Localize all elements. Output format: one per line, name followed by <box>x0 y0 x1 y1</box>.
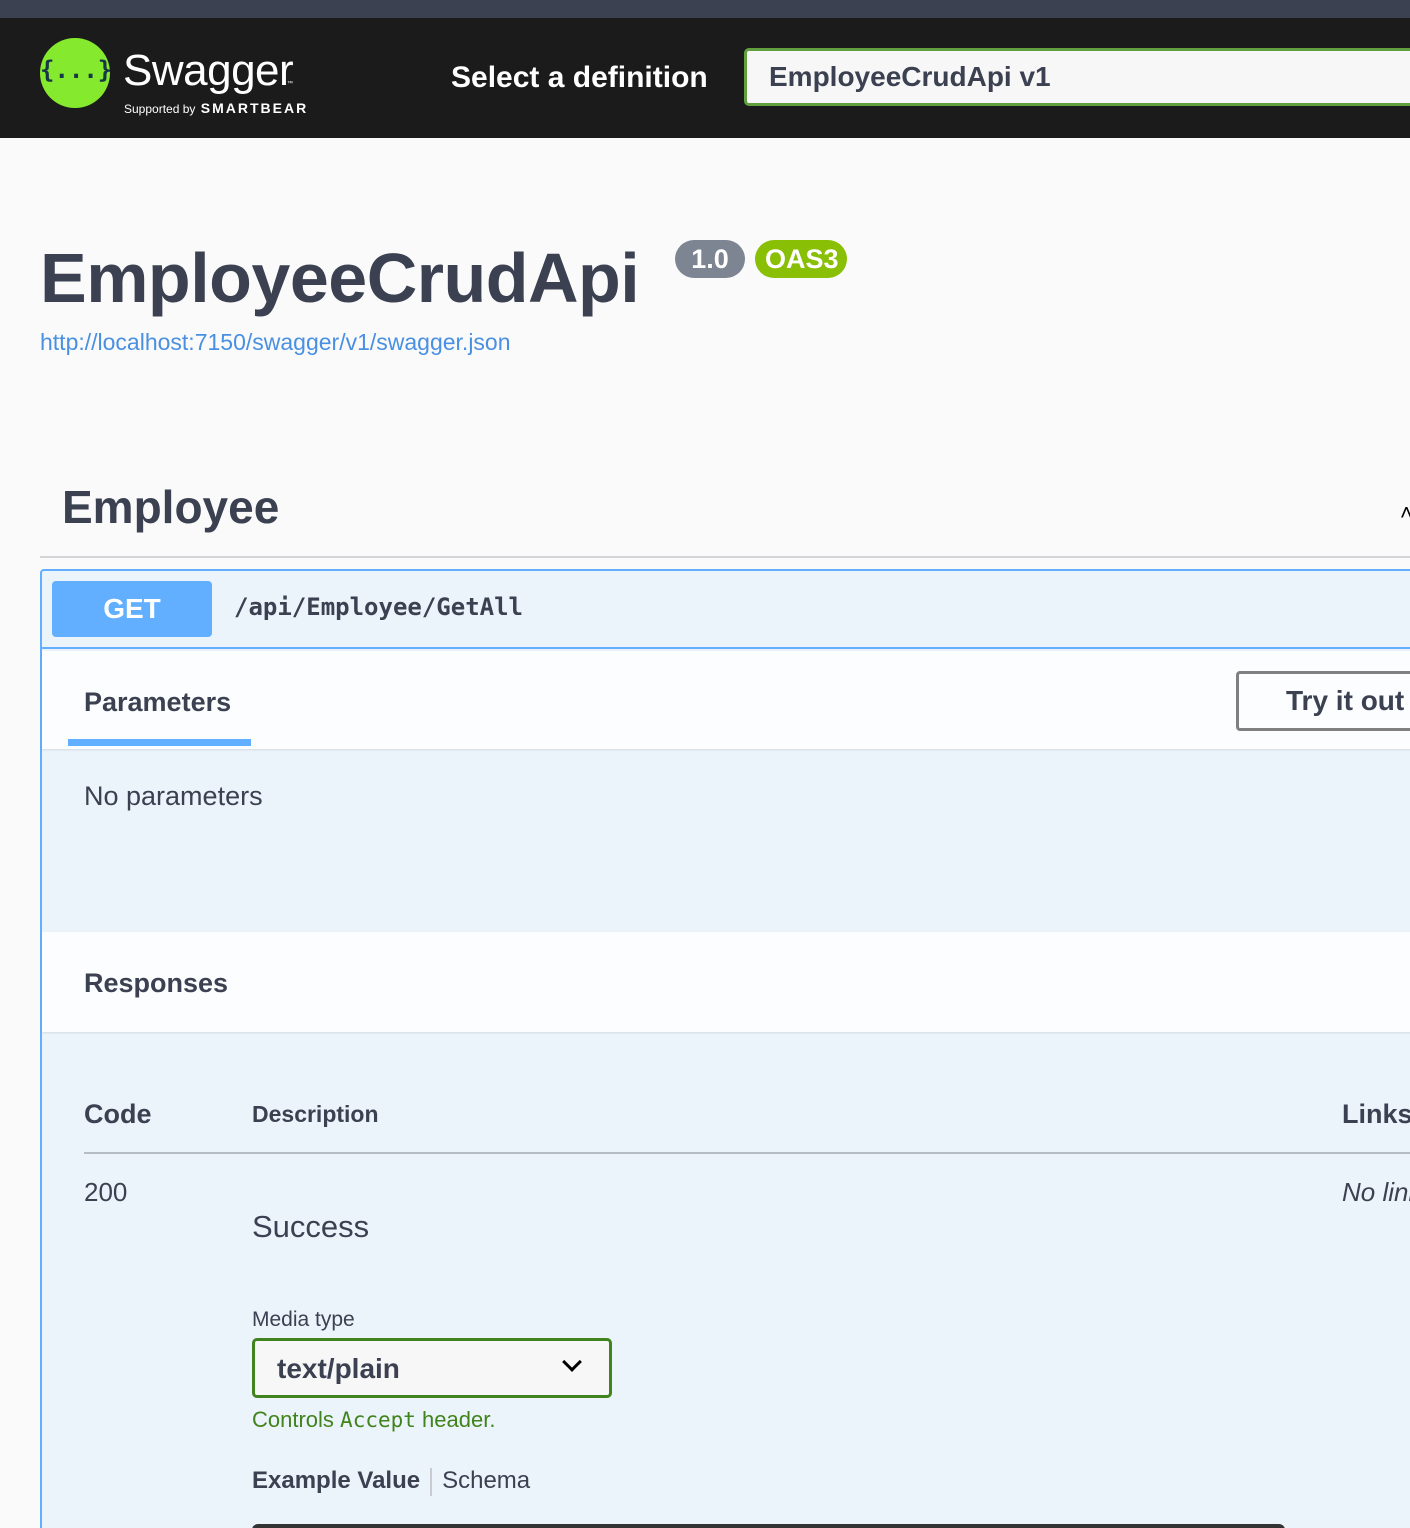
chevron-down-icon <box>562 1352 582 1372</box>
api-title: EmployeeCrudApi <box>40 239 640 317</box>
parameters-tab-underline <box>68 739 251 746</box>
response-code: 200 <box>84 1177 128 1207</box>
topbar: {...} Swagger ™ Supported by SMARTBEAR S… <box>0 18 1410 138</box>
swagger-logo-icon: {...} <box>40 38 113 108</box>
supported-by-text: Supported by <box>124 102 196 116</box>
logo-supported-by: Supported by SMARTBEAR <box>124 100 308 116</box>
column-header-description: Description <box>252 1101 379 1127</box>
logo-trademark: ™ <box>287 81 293 87</box>
version-badge: 1.0 <box>675 240 745 278</box>
example-code-box <box>252 1524 1285 1528</box>
controls-accept-note: Controls Accept header. <box>252 1407 495 1433</box>
tag-title[interactable]: Employee <box>62 480 279 534</box>
smartbear-text: SMARTBEAR <box>200 100 309 116</box>
responses-header: Responses <box>42 932 1410 1032</box>
column-header-code: Code <box>84 1099 152 1129</box>
media-type-select[interactable]: text/plain <box>252 1338 612 1398</box>
top-strip <box>0 0 1410 18</box>
operation-summary[interactable]: GET /api/Employee/GetAll <box>42 571 1410 649</box>
controls-code: Accept <box>340 1408 416 1432</box>
table-divider <box>84 1152 1410 1154</box>
no-parameters-text: No parameters <box>84 781 263 811</box>
controls-suffix: header. <box>422 1407 496 1432</box>
media-type-value: text/plain <box>277 1353 400 1384</box>
parameters-tab[interactable]: Parameters <box>84 687 231 718</box>
logo-wordmark: Swagger <box>123 46 294 95</box>
chevron-up-icon[interactable]: ˄ <box>1400 500 1410 526</box>
spec-url-link[interactable]: http://localhost:7150/swagger/v1/swagger… <box>40 329 511 356</box>
braces-icon: {...} <box>40 56 113 84</box>
tag-divider <box>40 556 1410 558</box>
try-it-out-button[interactable]: Try it out <box>1236 671 1410 731</box>
tab-schema[interactable]: Schema <box>442 1467 530 1494</box>
example-tabs: Example Value Schema <box>252 1467 530 1496</box>
tab-example-value[interactable]: Example Value <box>252 1467 420 1494</box>
parameters-header: Parameters Try it out <box>42 651 1410 749</box>
oas-badge: OAS3 <box>755 240 847 278</box>
controls-prefix: Controls <box>252 1407 334 1432</box>
media-type-label: Media type <box>252 1308 355 1331</box>
operation-block: GET /api/Employee/GetAll Parameters Try … <box>40 569 1410 1528</box>
response-description: Success <box>252 1209 370 1244</box>
column-header-links: Links <box>1342 1099 1410 1129</box>
method-badge: GET <box>52 581 212 637</box>
responses-title: Responses <box>84 968 229 998</box>
definition-select[interactable]: EmployeeCrudApi v1 <box>744 48 1410 106</box>
swagger-logo[interactable]: {...} Swagger ™ Supported by SMARTBEAR <box>40 38 340 118</box>
operation-path: /api/Employee/GetAll <box>234 593 523 621</box>
definition-label: Select a definition <box>451 61 708 94</box>
response-links: No links <box>1342 1177 1410 1207</box>
tab-separator <box>430 1467 433 1496</box>
